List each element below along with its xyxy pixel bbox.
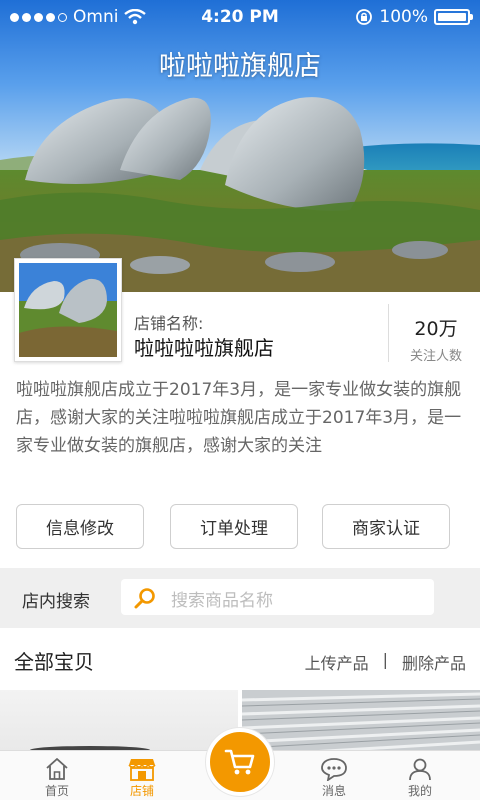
product-card[interactable] [242, 690, 480, 750]
upload-product-link[interactable]: 上传产品 [305, 650, 369, 674]
shop-icon [128, 759, 156, 781]
product-card[interactable] [0, 690, 238, 754]
message-icon [321, 758, 347, 781]
delete-product-link[interactable]: 删除产品 [402, 650, 466, 674]
order-processing-button[interactable]: 订单处理 [170, 504, 298, 549]
status-right: 100% [355, 7, 473, 27]
shop-logo[interactable] [14, 258, 122, 362]
cart-icon [224, 749, 255, 775]
tab-shop-label: 店铺 [129, 784, 154, 798]
shop-name-label: 店铺名称: [134, 314, 204, 333]
tab-profile[interactable]: 我的 [372, 751, 468, 800]
user-icon [409, 758, 431, 781]
cart-button[interactable] [206, 728, 274, 796]
rotation-lock-icon [356, 9, 373, 25]
battery-percentage: 100% [379, 7, 428, 27]
tab-messages[interactable]: 消息 [286, 751, 382, 800]
items-actions: 上传产品 | 删除产品 [305, 650, 466, 674]
status-bar: Omni 4:20 PM 100% [0, 0, 480, 34]
edit-info-button[interactable]: 信息修改 [16, 504, 144, 549]
tab-shop[interactable]: 店铺 [94, 751, 190, 800]
banner-store-title: 啦啦啦旗舰店 [159, 51, 321, 82]
shop-logo-image [19, 263, 117, 357]
battery-icon [434, 9, 473, 25]
tab-home-label: 首页 [44, 784, 69, 798]
tab-messages-label: 消息 [321, 784, 346, 798]
vertical-divider [388, 304, 389, 362]
tab-profile-label: 我的 [407, 784, 432, 798]
home-icon [46, 758, 68, 780]
all-items-header: 全部宝贝 上传产品 | 删除产品 [0, 628, 480, 690]
shop-name: 啦啦啦啦旗舰店 [134, 336, 274, 360]
all-items-title: 全部宝贝 [14, 650, 94, 674]
actions-separator: | [382, 650, 388, 669]
search-label: 店内搜索 [22, 592, 90, 612]
product-image [242, 690, 480, 750]
search-input[interactable]: 搜索商品名称 [121, 579, 434, 615]
search-icon [134, 588, 155, 609]
followers-count: 20万 [414, 318, 458, 340]
shop-info-card: 店铺名称: 啦啦啦啦旗舰店 20万 关注人数 啦啦啦旗舰店成立于2017年3月，… [0, 258, 480, 568]
in-store-search-bar: 店内搜索 搜索商品名称 [0, 568, 480, 628]
followers-label: 关注人数 [409, 349, 462, 364]
merchant-verification-button[interactable]: 商家认证 [322, 504, 450, 549]
followers-stat: 20万 关注人数 [392, 314, 480, 364]
tab-home[interactable]: 首页 [9, 751, 105, 800]
search-placeholder: 搜索商品名称 [171, 591, 273, 611]
shop-banner: Omni 4:20 PM 100% 啦啦啦旗舰店 [0, 0, 480, 292]
shop-screen: Omni 4:20 PM 100% 啦啦啦旗舰店 店铺名称: 啦啦啦啦旗舰店 2… [0, 0, 480, 800]
shop-description: 啦啦啦旗舰店成立于2017年3月，是一家专业做女装的旗舰店，感谢大家的关注啦啦啦… [16, 380, 462, 456]
